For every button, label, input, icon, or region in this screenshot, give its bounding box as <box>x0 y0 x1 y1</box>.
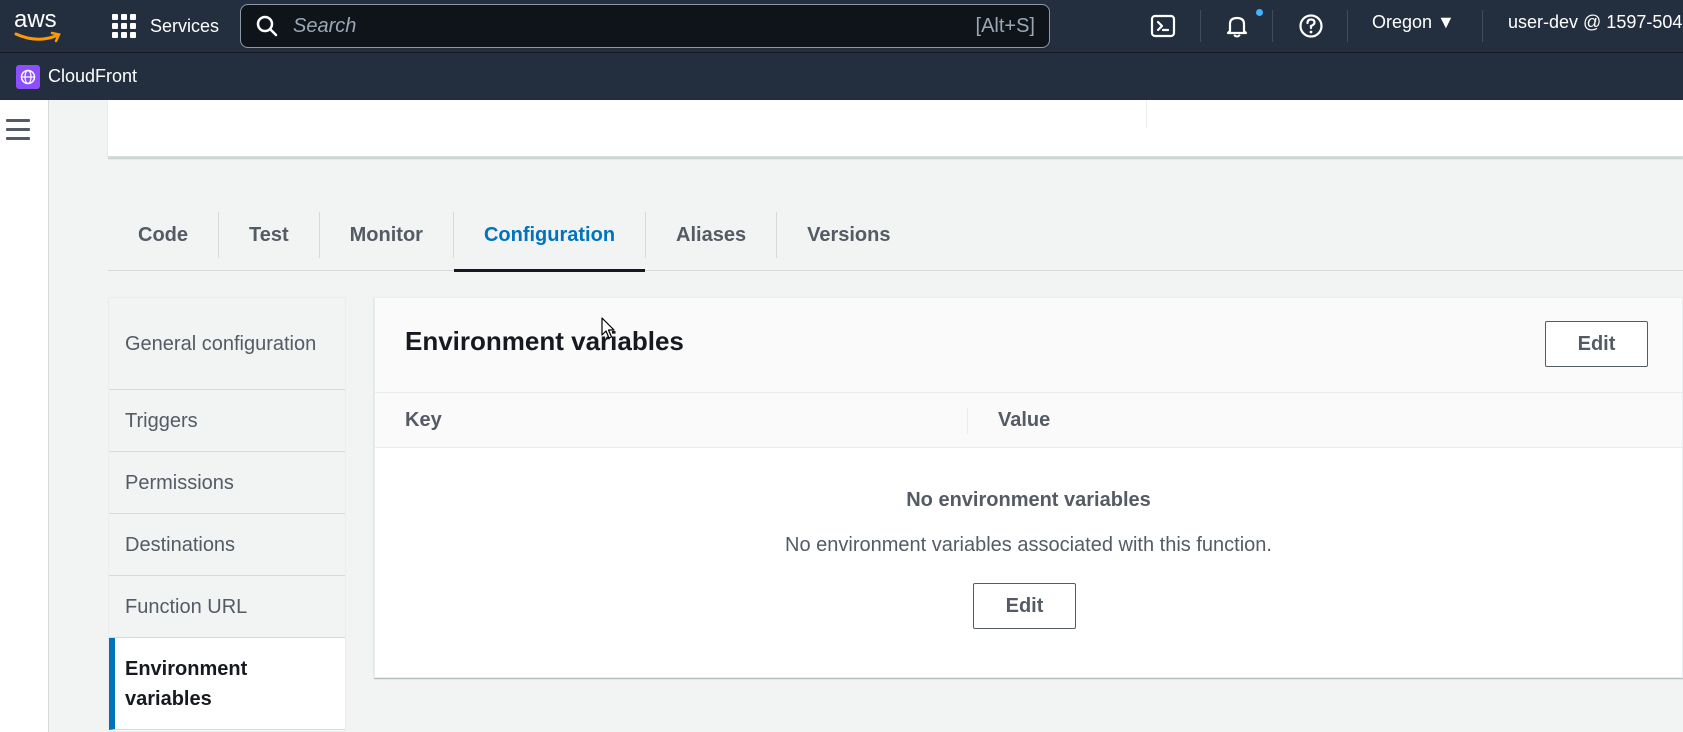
cloudshell-icon[interactable] <box>1150 13 1176 39</box>
function-tabs: Code Test Monitor Configuration Aliases … <box>108 199 1683 272</box>
empty-state-description: No environment variables associated with… <box>785 534 1272 556</box>
configuration-side-menu: General configuration Triggers Permissio… <box>108 297 346 732</box>
column-divider <box>967 408 968 434</box>
region-selector[interactable]: Oregon ▼ <box>1372 12 1455 33</box>
menu-item-destinations[interactable]: Destinations <box>109 514 345 576</box>
aws-smile-icon <box>14 31 61 43</box>
services-label: Services <box>150 15 220 36</box>
column-header-value: Value <box>998 409 1051 431</box>
top-navigation: aws Services [Alt+S] Oregon ▼ <box>0 0 1683 52</box>
menu-item-general-configuration[interactable]: General configuration <box>109 298 345 390</box>
menu-item-permissions[interactable]: Permissions <box>109 452 345 514</box>
menu-item-triggers[interactable]: Triggers <box>109 390 345 452</box>
panel-title: Environment variables <box>405 326 684 356</box>
function-overview-card <box>108 100 1683 158</box>
service-bar: CloudFront <box>0 52 1683 100</box>
service-favorite-link[interactable]: CloudFront <box>48 66 137 87</box>
menu-item-label: Function URL <box>125 595 248 618</box>
aws-logo[interactable]: aws <box>14 6 64 43</box>
tab-test[interactable]: Test <box>219 199 319 271</box>
notification-dot <box>1256 9 1263 16</box>
menu-item-environment-variables[interactable]: Environment variables <box>109 638 345 730</box>
menu-item-label: Triggers <box>125 409 198 432</box>
menu-item-function-url[interactable]: Function URL <box>109 576 345 638</box>
menu-item-label: Permissions <box>125 471 234 494</box>
tab-code[interactable]: Code <box>108 199 218 271</box>
cloudfront-service-icon[interactable] <box>16 65 40 89</box>
search-bar[interactable]: [Alt+S] <box>240 4 1050 48</box>
card-divider <box>1146 100 1147 128</box>
notifications-bell-icon[interactable] <box>1224 13 1250 39</box>
column-header-key: Key <box>405 409 442 431</box>
menu-item-label: Environment variables <box>125 657 248 710</box>
panel-header: Environment variables Edit <box>375 298 1682 393</box>
tab-label: Code <box>138 223 188 246</box>
nav-divider <box>1347 10 1348 42</box>
help-icon[interactable] <box>1298 13 1324 39</box>
tab-aliases[interactable]: Aliases <box>646 199 776 271</box>
nav-divider <box>1200 10 1201 42</box>
search-input[interactable] <box>293 14 976 38</box>
tab-versions[interactable]: Versions <box>777 199 920 271</box>
tab-monitor[interactable]: Monitor <box>320 199 453 271</box>
tab-label: Monitor <box>349 223 423 246</box>
empty-state-title: No environment variables <box>906 489 1151 511</box>
mouse-pointer-icon <box>601 317 615 339</box>
tab-configuration[interactable]: Configuration <box>453 199 646 272</box>
empty-state-edit-button[interactable]: Edit <box>973 583 1076 629</box>
side-navigation-rail <box>0 100 49 732</box>
services-button[interactable]: Services <box>112 12 219 40</box>
services-grid-icon <box>112 14 136 38</box>
menu-toggle-icon[interactable] <box>6 119 30 141</box>
nav-divider <box>1272 10 1273 42</box>
tab-label: Aliases <box>676 223 747 246</box>
aws-logo-text: aws <box>14 6 57 33</box>
search-icon <box>256 15 278 37</box>
tab-label: Versions <box>807 223 891 246</box>
table-header: Key Value <box>375 393 1682 448</box>
account-menu[interactable]: user-dev @ 1597-504 <box>1508 12 1682 33</box>
edit-button[interactable]: Edit <box>1545 321 1648 367</box>
menu-item-label: General configuration <box>125 332 317 355</box>
menu-item-label: Destinations <box>125 533 236 556</box>
search-shortcut-hint: [Alt+S] <box>975 14 1035 37</box>
tab-label: Test <box>249 223 289 246</box>
tab-label: Configuration <box>483 223 616 246</box>
environment-variables-panel: Environment variables Edit Key Value No … <box>374 297 1683 678</box>
nav-divider <box>1482 10 1483 42</box>
